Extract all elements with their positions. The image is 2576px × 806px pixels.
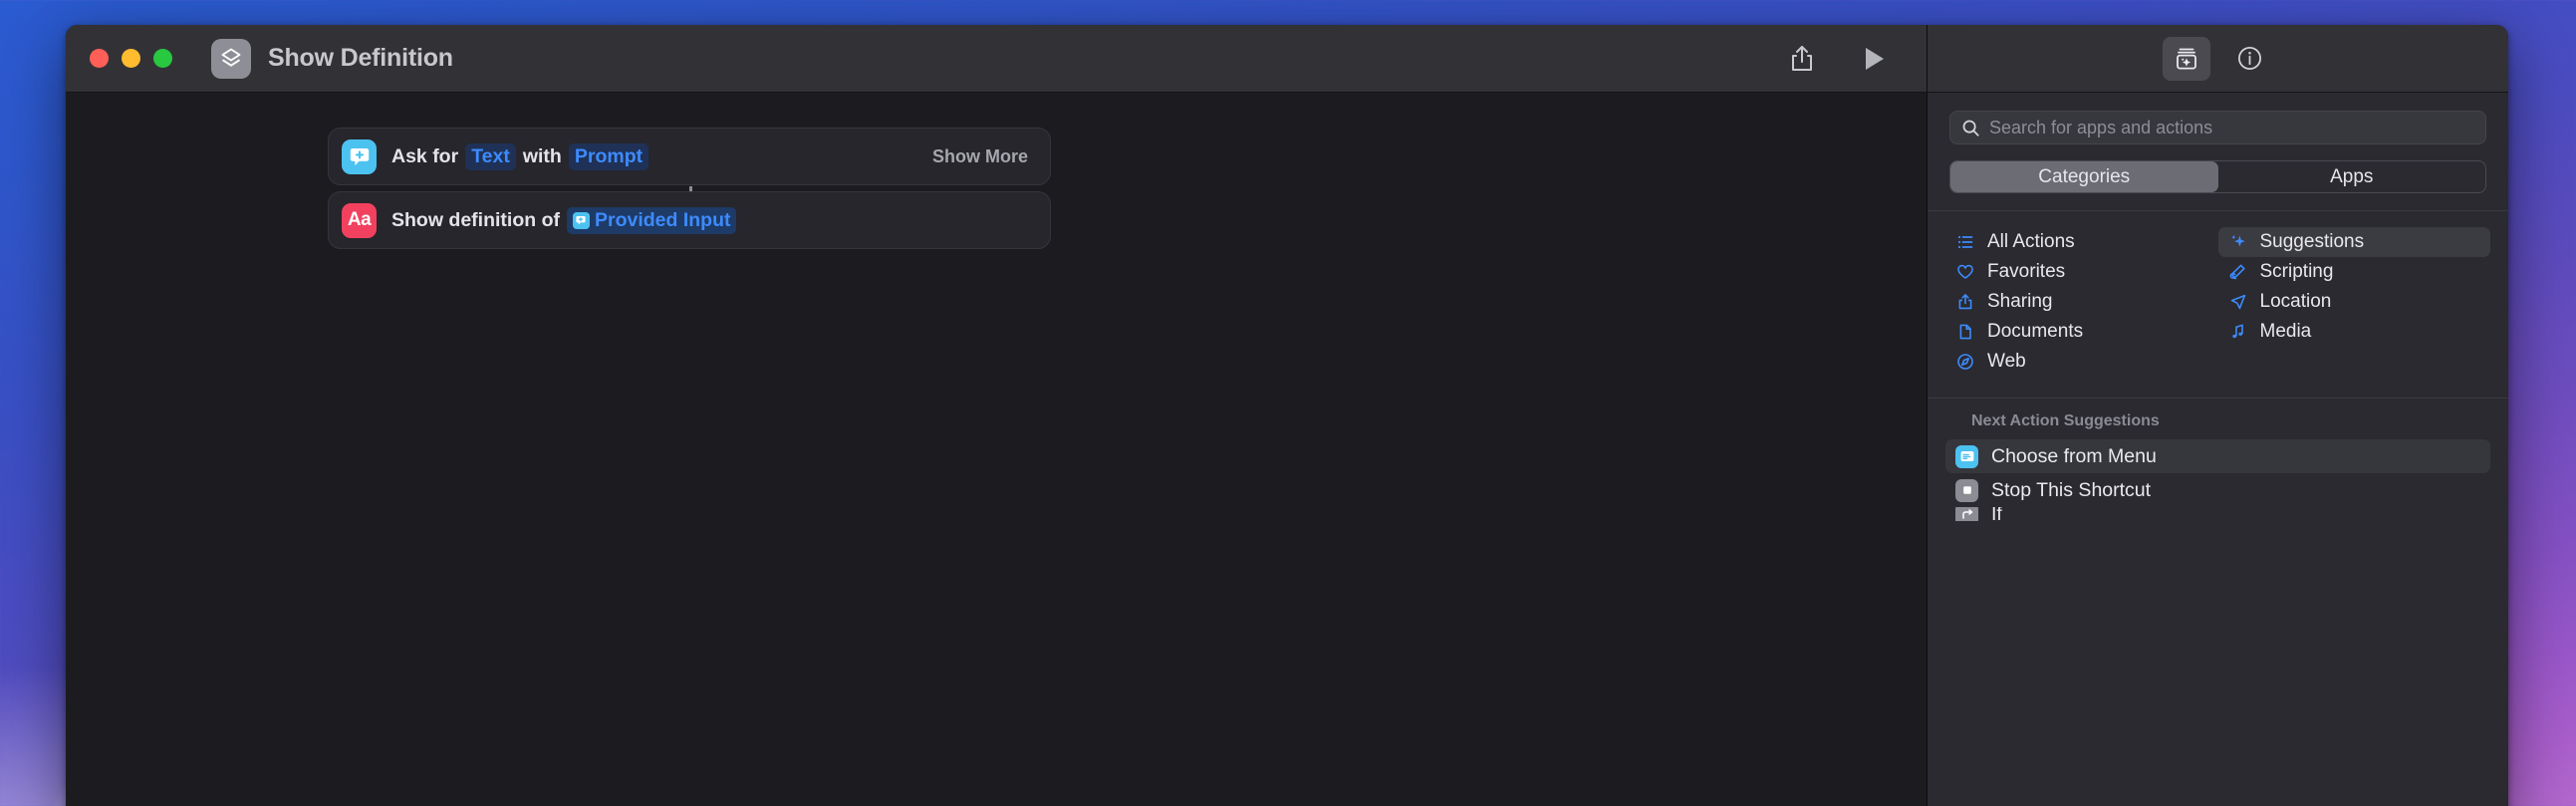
action-prefix-ask: Ask for [391,144,459,167]
suggestion-if[interactable]: If [1945,507,2490,521]
ask-for-input-icon [342,138,377,174]
shortcuts-editor-window: Show Definition Ask for Text with Prompt… [66,25,2508,806]
suggestion-label-stop-this-shortcut: Stop This Shortcut [1991,478,2152,501]
action-text-ask: Ask for Text with Prompt [391,142,649,170]
zoom-button[interactable] [153,49,172,68]
search-placeholder: Search for apps and actions [1989,117,2213,137]
category-label-suggestions: Suggestions [2259,231,2365,252]
menu-card-icon [1955,444,1978,468]
next-action-suggestions-header: Next Action Suggestions [1971,412,2160,429]
actions-canvas: Ask for Text with Prompt Show More Aa Sh… [66,93,1927,806]
info-circle-icon[interactable] [2226,37,2274,81]
category-media[interactable]: Media [2218,317,2491,347]
sidebar-body: Search for apps and actions Categories A… [1928,93,2508,806]
suggestion-label-if: If [1991,507,2002,521]
segmented-control: Categories Apps [1949,160,2486,193]
suggestion-label-choose-from-menu: Choose from Menu [1991,444,2157,467]
category-label-scripting: Scripting [2259,261,2334,282]
category-scripting[interactable]: Scripting [2218,257,2491,287]
scroll-icon [2228,262,2248,282]
window-titlebar: Show Definition [66,25,1927,93]
document-icon [1955,322,1975,342]
token-provided-input[interactable]: Provided Input [566,206,737,234]
action-middle-with: with [522,144,562,167]
category-documents[interactable]: Documents [1945,317,2218,347]
action-prefix-definition: Show definition of [391,208,560,231]
category-label-web: Web [1987,351,2026,372]
category-grid: All Actions Suggestions Favorites Script… [1928,211,2508,377]
token-prompt[interactable]: Prompt [568,142,649,170]
provided-input-icon [572,211,590,229]
category-label-documents: Documents [1987,321,2084,342]
sparkle-icon [2228,232,2248,252]
share-icon[interactable] [1775,36,1829,82]
action-card-ask-for-input[interactable]: Ask for Text with Prompt Show More [328,128,1051,208]
close-button[interactable] [90,49,109,68]
category-label-location: Location [2259,291,2332,312]
category-label-favorites: Favorites [1987,261,2066,282]
category-all-actions[interactable]: All Actions [1945,227,2218,257]
run-button[interactable] [1847,36,1901,82]
category-location[interactable]: Location [2218,287,2491,317]
stop-square-icon [1955,478,1978,502]
music-note-icon [2228,322,2248,342]
tab-categories[interactable]: Categories [1950,161,2218,192]
token-provided-input-label: Provided Input [594,208,731,231]
layers-stacked-icon [211,38,251,79]
text-aa-icon: Aa [342,202,377,238]
token-text-type[interactable]: Text [465,142,516,170]
action-card-show-definition[interactable]: Aa Show definition of Provided Input [328,191,1051,249]
tab-apps[interactable]: Apps [2218,161,2486,192]
segmented-control-row: Categories Apps [1928,144,2508,193]
search-input[interactable]: Search for apps and actions [1949,111,2486,144]
action-library-icon[interactable] [2162,36,2210,81]
list-bullet-icon [1955,232,1975,252]
category-label-sharing: Sharing [1987,291,2053,312]
show-more-button[interactable]: Show More [932,146,1028,167]
compass-icon [1955,352,1975,372]
traffic-lights [90,49,172,68]
editor-pane: Show Definition Ask for Text with Prompt… [66,25,1927,806]
minimize-button[interactable] [122,49,140,68]
suggestion-stop-this-shortcut[interactable]: Stop This Shortcut [1945,473,2490,507]
suggestion-choose-from-menu[interactable]: Choose from Menu [1945,439,2490,473]
page-title: Show Definition [268,44,453,72]
search-icon [1962,120,1979,136]
aa-glyph: Aa [347,209,372,230]
action-library-sidebar: Search for apps and actions Categories A… [1927,25,2508,806]
category-suggestions[interactable]: Suggestions [2217,227,2490,257]
heart-icon [1955,262,1975,282]
category-label-media: Media [2259,321,2312,342]
category-web[interactable]: Web [1945,347,2218,377]
category-label-all-actions: All Actions [1987,231,2075,252]
category-sharing[interactable]: Sharing [1945,287,2218,317]
paper-plane-icon [2228,292,2248,312]
actions-list: Ask for Text with Prompt Show More Aa Sh… [328,128,1051,249]
share-up-icon [1955,292,1975,312]
action-text-definition: Show definition of Provided Input [391,206,737,234]
sidebar-toolbar [1928,25,2508,93]
category-favorites[interactable]: Favorites [1945,257,2218,287]
if-icon [1955,507,1978,521]
search-row: Search for apps and actions [1928,93,2508,144]
